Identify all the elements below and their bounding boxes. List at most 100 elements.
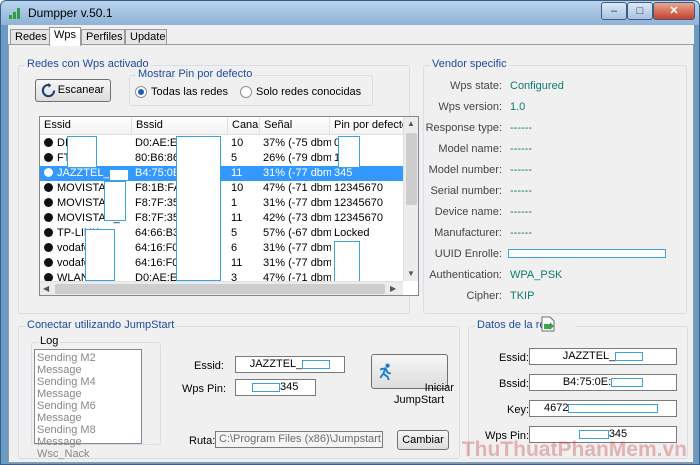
- cell-canal: 10: [231, 182, 244, 194]
- redaction-box: [85, 229, 115, 281]
- cell-senal: 31% (-77 dbm): [263, 167, 331, 179]
- tab-perfiles[interactable]: Perfiles: [81, 29, 125, 45]
- start-jumpstart-label: Iniciar JumpStart: [394, 382, 454, 406]
- table-row[interactable]: MOVISTAR_ F8:1B:FA: 10 47% (-71 dbm) 1234567…: [40, 181, 404, 196]
- vendor-value: ------: [510, 122, 532, 134]
- vendor-value: 1.0: [510, 101, 526, 113]
- export-file-icon[interactable]: [541, 316, 555, 332]
- table-row[interactable]: JAZZTEL_ B4:75:0E: 11 31% (-77 dbm) 345: [40, 166, 404, 181]
- cell-canal: 10: [231, 137, 244, 149]
- log-line: Sending M2 Message: [37, 352, 96, 376]
- redaction-box: [615, 351, 644, 361]
- app-window: Dumpper v.50.1 – □ ✕ Redes Wps Perfiles …: [0, 0, 700, 465]
- js-essid-label: Essid:: [194, 360, 224, 372]
- start-jumpstart-button[interactable]: Iniciar JumpStart: [371, 354, 454, 406]
- tab-update[interactable]: Update: [125, 29, 167, 45]
- vendor-value: ------: [510, 227, 532, 239]
- route-field[interactable]: C:\Program Files (x86)\Jumpstart: [215, 431, 383, 448]
- js-essid-value: JAZZTEL_: [249, 358, 303, 370]
- table-row[interactable]: MOVISTAR_ F8:7F:35: 1 31% (-77 dbm) 12345670: [40, 196, 404, 211]
- js-essid-field[interactable]: JAZZTEL_: [235, 356, 345, 373]
- data-bssid-field[interactable]: B4:75:0E:: [529, 374, 677, 391]
- table-row[interactable]: MOVISTAR_ F8:7F:35: 11 42% (-73 dbm) 1234567…: [40, 211, 404, 226]
- jumpstart-group: Conectar utilizando JumpStart Log Sendin…: [18, 319, 460, 460]
- vendor-value: TKIP: [510, 290, 535, 302]
- redaction-box: [176, 136, 221, 281]
- cell-senal: 42% (-73 dbm): [263, 212, 331, 224]
- column-header-canal[interactable]: Canal: [228, 117, 260, 135]
- redaction-box: [104, 181, 126, 221]
- scan-button[interactable]: Escanear: [35, 79, 111, 102]
- client-area: Redes Wps Perfiles Update Redes con Wps …: [8, 25, 694, 463]
- radio-solo-conocidas[interactable]: [240, 86, 252, 98]
- tab-redes[interactable]: Redes: [10, 29, 50, 45]
- js-pin-field[interactable]: 345: [235, 379, 316, 396]
- redaction-box: [252, 382, 280, 392]
- wps-tab-page: Redes con Wps activado Escanear Mostrar …: [8, 44, 694, 463]
- cell-canal: 5: [231, 152, 238, 164]
- cell-canal: 6: [231, 242, 238, 254]
- wps-lock-icon: [44, 138, 53, 147]
- log-list[interactable]: Sending M2 Message Sending M4 Message Se…: [34, 349, 142, 460]
- data-key-field[interactable]: 4672: [529, 400, 677, 417]
- data-key-value: 4672: [544, 402, 569, 414]
- scroll-left-icon[interactable]: ◀: [43, 284, 49, 293]
- cell-senal: 31% (-77 dbm): [263, 242, 331, 254]
- vendor-label: Authentication:: [429, 269, 502, 281]
- title-bar[interactable]: Dumpper v.50.1 – □ ✕: [1, 1, 699, 25]
- cell-canal: 11: [231, 257, 243, 269]
- radio-todas-label: Todas las redes: [151, 86, 229, 98]
- cell-canal: 11: [231, 167, 243, 179]
- horizontal-scroll-thumb[interactable]: [55, 284, 385, 294]
- jumpstart-group-title: Conectar utilizando JumpStart: [25, 319, 177, 331]
- cell-senal: 47% (-71 dbm): [263, 182, 331, 194]
- wps-lock-icon: [44, 258, 53, 267]
- horizontal-scrollbar[interactable]: ◀ ▶: [40, 281, 403, 295]
- radio-solo-label: Solo redes conocidas: [256, 86, 362, 98]
- vendor-value: ------: [510, 164, 532, 176]
- vendor-label: UUID Enrolle:: [434, 248, 502, 260]
- refresh-icon: [41, 83, 56, 98]
- log-line: Sending M8 Message: [37, 424, 96, 448]
- vendor-value: ------: [510, 206, 532, 218]
- log-line: Sending M4 Message: [37, 376, 96, 400]
- log-group: Log Sending M2 Message Sending M4 Messag…: [31, 335, 161, 460]
- change-route-button[interactable]: Cambiar: [397, 430, 449, 450]
- column-header-senal[interactable]: Señal: [260, 117, 330, 135]
- vendor-value: ------: [510, 185, 532, 197]
- tab-wps[interactable]: Wps: [49, 27, 81, 46]
- radio-todas-las-redes[interactable]: [135, 86, 147, 98]
- cell-senal: 26% (-79 dbm): [263, 152, 331, 164]
- log-title: Log: [38, 335, 61, 347]
- wps-lock-icon: [44, 228, 53, 237]
- close-button[interactable]: ✕: [653, 2, 695, 20]
- route-label: Ruta:: [189, 435, 216, 447]
- cell-senal: 37% (-75 dbm): [263, 137, 331, 149]
- data-essid-field[interactable]: JAZZTEL_: [529, 348, 677, 365]
- vendor-label: Device name:: [434, 206, 502, 218]
- app-icon: [9, 8, 20, 19]
- column-header-essid[interactable]: Essid: [40, 117, 132, 135]
- network-data-title: Datos de la red: [475, 319, 576, 331]
- runner-icon: [379, 363, 392, 380]
- wps-lock-icon: [44, 168, 53, 177]
- data-bssid-value: B4:75:0E:: [562, 376, 612, 388]
- column-header-bssid[interactable]: Bssid: [132, 117, 228, 135]
- minimize-button[interactable]: –: [601, 2, 627, 20]
- vendor-label: Wps state:: [450, 80, 502, 92]
- vendor-value: ------: [510, 143, 532, 155]
- js-pin-value: 345: [280, 381, 299, 393]
- cell-canal: 5: [231, 227, 238, 239]
- log-line: Sending M6 Message: [37, 400, 96, 424]
- scan-button-label: Escanear: [57, 84, 105, 96]
- redaction-box: [508, 249, 666, 258]
- maximize-button[interactable]: □: [627, 2, 653, 20]
- watermark: ThuThuatPhanMem.vn: [461, 438, 687, 461]
- vendor-label: Model number:: [428, 164, 502, 176]
- vendor-value: WPA_PSK: [510, 269, 563, 281]
- cell-canal: 1: [231, 197, 238, 209]
- vendor-label: Response type:: [425, 122, 502, 134]
- vendor-label: Serial number:: [430, 185, 502, 197]
- wps-lock-icon: [44, 198, 53, 207]
- vendor-label: Model name:: [438, 143, 502, 155]
